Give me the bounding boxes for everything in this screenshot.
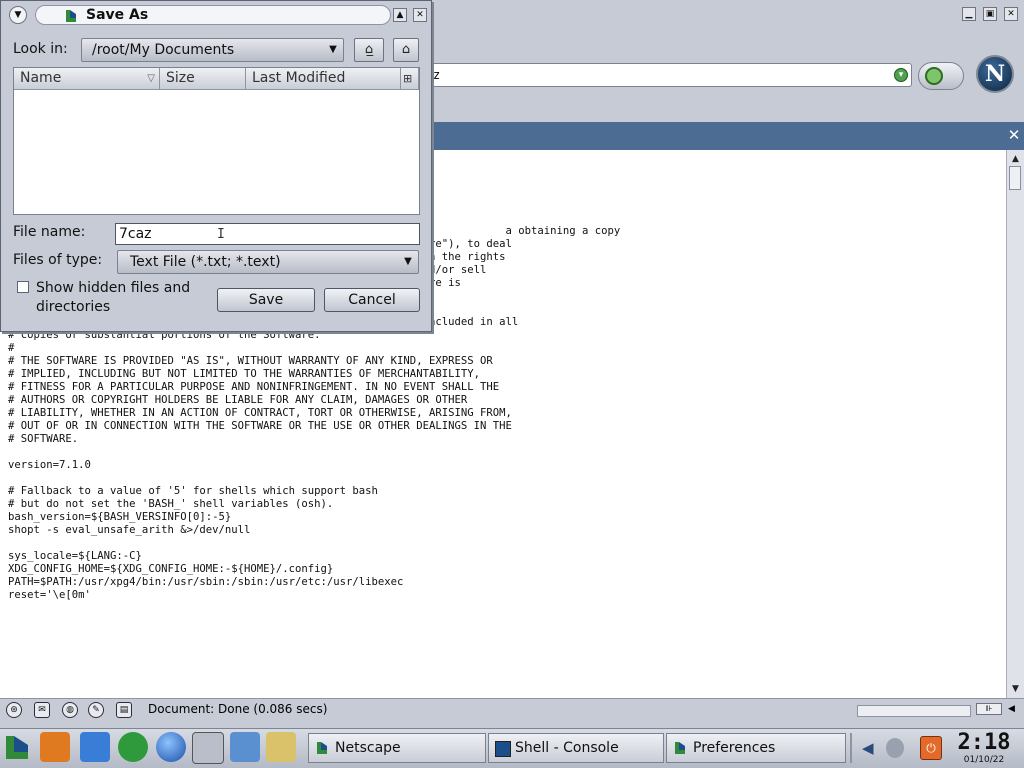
scroll-thumb[interactable]	[1009, 166, 1021, 190]
column-header-modified[interactable]: Last Modified	[246, 68, 401, 90]
sort-arrow-icon: ▽	[147, 73, 155, 84]
netscape-logo: N	[976, 55, 1014, 93]
dialog-titlebar[interactable]: ▼ Save As ▲ ✕	[5, 4, 429, 25]
maximize-icon[interactable]: ▲	[393, 8, 407, 22]
clock-time: 2:18	[957, 730, 1011, 755]
start-menu-icon[interactable]	[2, 732, 32, 762]
look-in-label: Look in:	[13, 41, 68, 57]
scroll-down-icon[interactable]: ▼	[1008, 682, 1023, 696]
home-icon: ⌂	[401, 42, 411, 57]
progress-bar	[857, 705, 971, 717]
tools-icon[interactable]: ✎	[88, 702, 104, 718]
maximize-icon[interactable]: ▣	[983, 7, 997, 21]
url-field[interactable]: z	[410, 63, 912, 87]
close-icon[interactable]: ✕	[413, 8, 427, 22]
vertical-scrollbar[interactable]: ▲ ▼	[1006, 150, 1024, 698]
column-modified-label: Last Modified	[252, 70, 346, 86]
go-icon[interactable]: ▾	[894, 68, 908, 82]
app-icon	[317, 742, 327, 754]
connection-icon[interactable]: ⊛	[6, 702, 22, 718]
clock[interactable]: 2:18 01/10/22	[956, 730, 1012, 766]
save-button[interactable]: Save	[217, 288, 315, 312]
home-button[interactable]: ⌂	[393, 38, 419, 62]
terminal-icon	[495, 741, 511, 757]
browser-globe-icon[interactable]	[156, 732, 186, 762]
tab-close-icon[interactable]: ✕	[1006, 126, 1022, 144]
chevron-down-icon: ▼	[329, 44, 337, 55]
task-shell-console[interactable]: Shell - Console	[488, 733, 664, 763]
printer-icon[interactable]	[192, 732, 224, 764]
search-icon	[925, 67, 943, 85]
file-name-label: File name:	[13, 224, 86, 240]
dialog-title-box[interactable]: Save As	[35, 5, 391, 25]
column-header-size[interactable]: Size	[160, 68, 246, 90]
task-netscape[interactable]: Netscape	[308, 733, 486, 763]
cube-icon[interactable]	[80, 732, 110, 762]
status-text: Document: Done (0.086 secs)	[148, 702, 328, 716]
runner-icon[interactable]	[118, 732, 148, 762]
mail-icon[interactable]: ✉	[34, 702, 50, 718]
column-options-icon[interactable]: ⊞	[401, 68, 419, 90]
globe-icon[interactable]: ◍	[62, 702, 78, 718]
look-in-value: /root/My Documents	[92, 42, 235, 58]
look-in-dropdown[interactable]: /root/My Documents ▼	[81, 38, 344, 62]
task-preferences[interactable]: Preferences	[666, 733, 846, 763]
notes-icon[interactable]	[266, 732, 296, 762]
app-icon	[675, 742, 685, 754]
folder-up-icon: ⌂̲	[364, 42, 374, 57]
speaker-icon[interactable]: ◀	[862, 738, 880, 758]
security-lock-icon[interactable]: ⊪	[976, 703, 1002, 715]
minimize-icon[interactable]: ▁	[962, 7, 976, 21]
file-type-value: Text File (*.txt; *.text)	[130, 254, 281, 270]
close-icon[interactable]: ✕	[1004, 7, 1018, 21]
file-name-input[interactable]: 7caz	[115, 223, 420, 245]
task-label: Netscape	[335, 740, 401, 756]
column-size-label: Size	[166, 70, 195, 86]
window-menu-icon[interactable]: ▼	[9, 6, 27, 24]
show-hidden-label: Show hidden files and directories	[36, 280, 191, 315]
lifejacket-icon[interactable]	[40, 732, 70, 762]
save-as-dialog: ▼ Save As ▲ ✕ Look in: /root/My Document…	[0, 0, 432, 332]
clock-date: 01/10/22	[963, 755, 1005, 765]
scroll-up-icon[interactable]: ▲	[1008, 152, 1023, 166]
cancel-button[interactable]: Cancel	[324, 288, 420, 312]
status-expand-icon[interactable]: ◀	[1008, 703, 1020, 715]
mail-people-icon[interactable]	[230, 732, 260, 762]
task-label: Shell - Console	[515, 740, 619, 756]
files-of-type-label: Files of type:	[13, 252, 103, 268]
file-type-dropdown[interactable]: Text File (*.txt; *.text) ▼	[117, 250, 419, 274]
chevron-down-icon: ▼	[404, 256, 412, 267]
file-list[interactable]: Name ▽ Size Last Modified ⊞	[13, 67, 420, 215]
task-label: Preferences	[693, 740, 776, 756]
column-name-label: Name	[20, 70, 62, 86]
taskbar-divider	[850, 733, 852, 763]
power-icon[interactable]: ⏻	[920, 736, 942, 760]
status-bar: ⊛ ✉ ◍ ✎ ▤ Document: Done (0.086 secs) ⊪ …	[0, 698, 1024, 720]
show-hidden-checkbox[interactable]	[17, 281, 29, 293]
app-icon	[66, 10, 76, 22]
taskbar: Netscape Shell - Console Preferences ◀ ⏻…	[0, 728, 1024, 768]
dialog-title: Save As	[86, 7, 149, 23]
column-header-name[interactable]: Name ▽	[14, 68, 160, 90]
composer-icon[interactable]: ▤	[116, 702, 132, 718]
text-cursor-icon: I	[217, 227, 225, 242]
folder-up-button[interactable]: ⌂̲	[354, 38, 384, 62]
search-button[interactable]	[918, 62, 964, 90]
network-icon[interactable]	[886, 738, 904, 758]
